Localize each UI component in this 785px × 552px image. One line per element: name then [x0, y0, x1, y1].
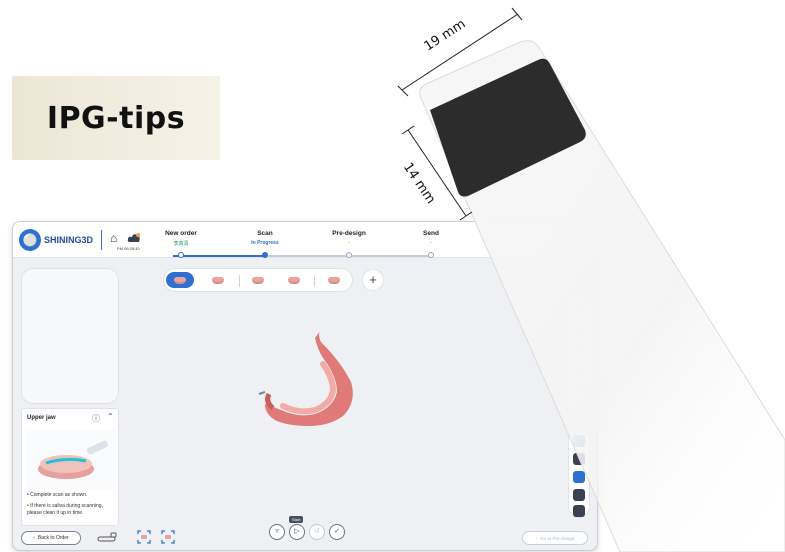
scanner-tip-overlay: [397, 7, 785, 552]
